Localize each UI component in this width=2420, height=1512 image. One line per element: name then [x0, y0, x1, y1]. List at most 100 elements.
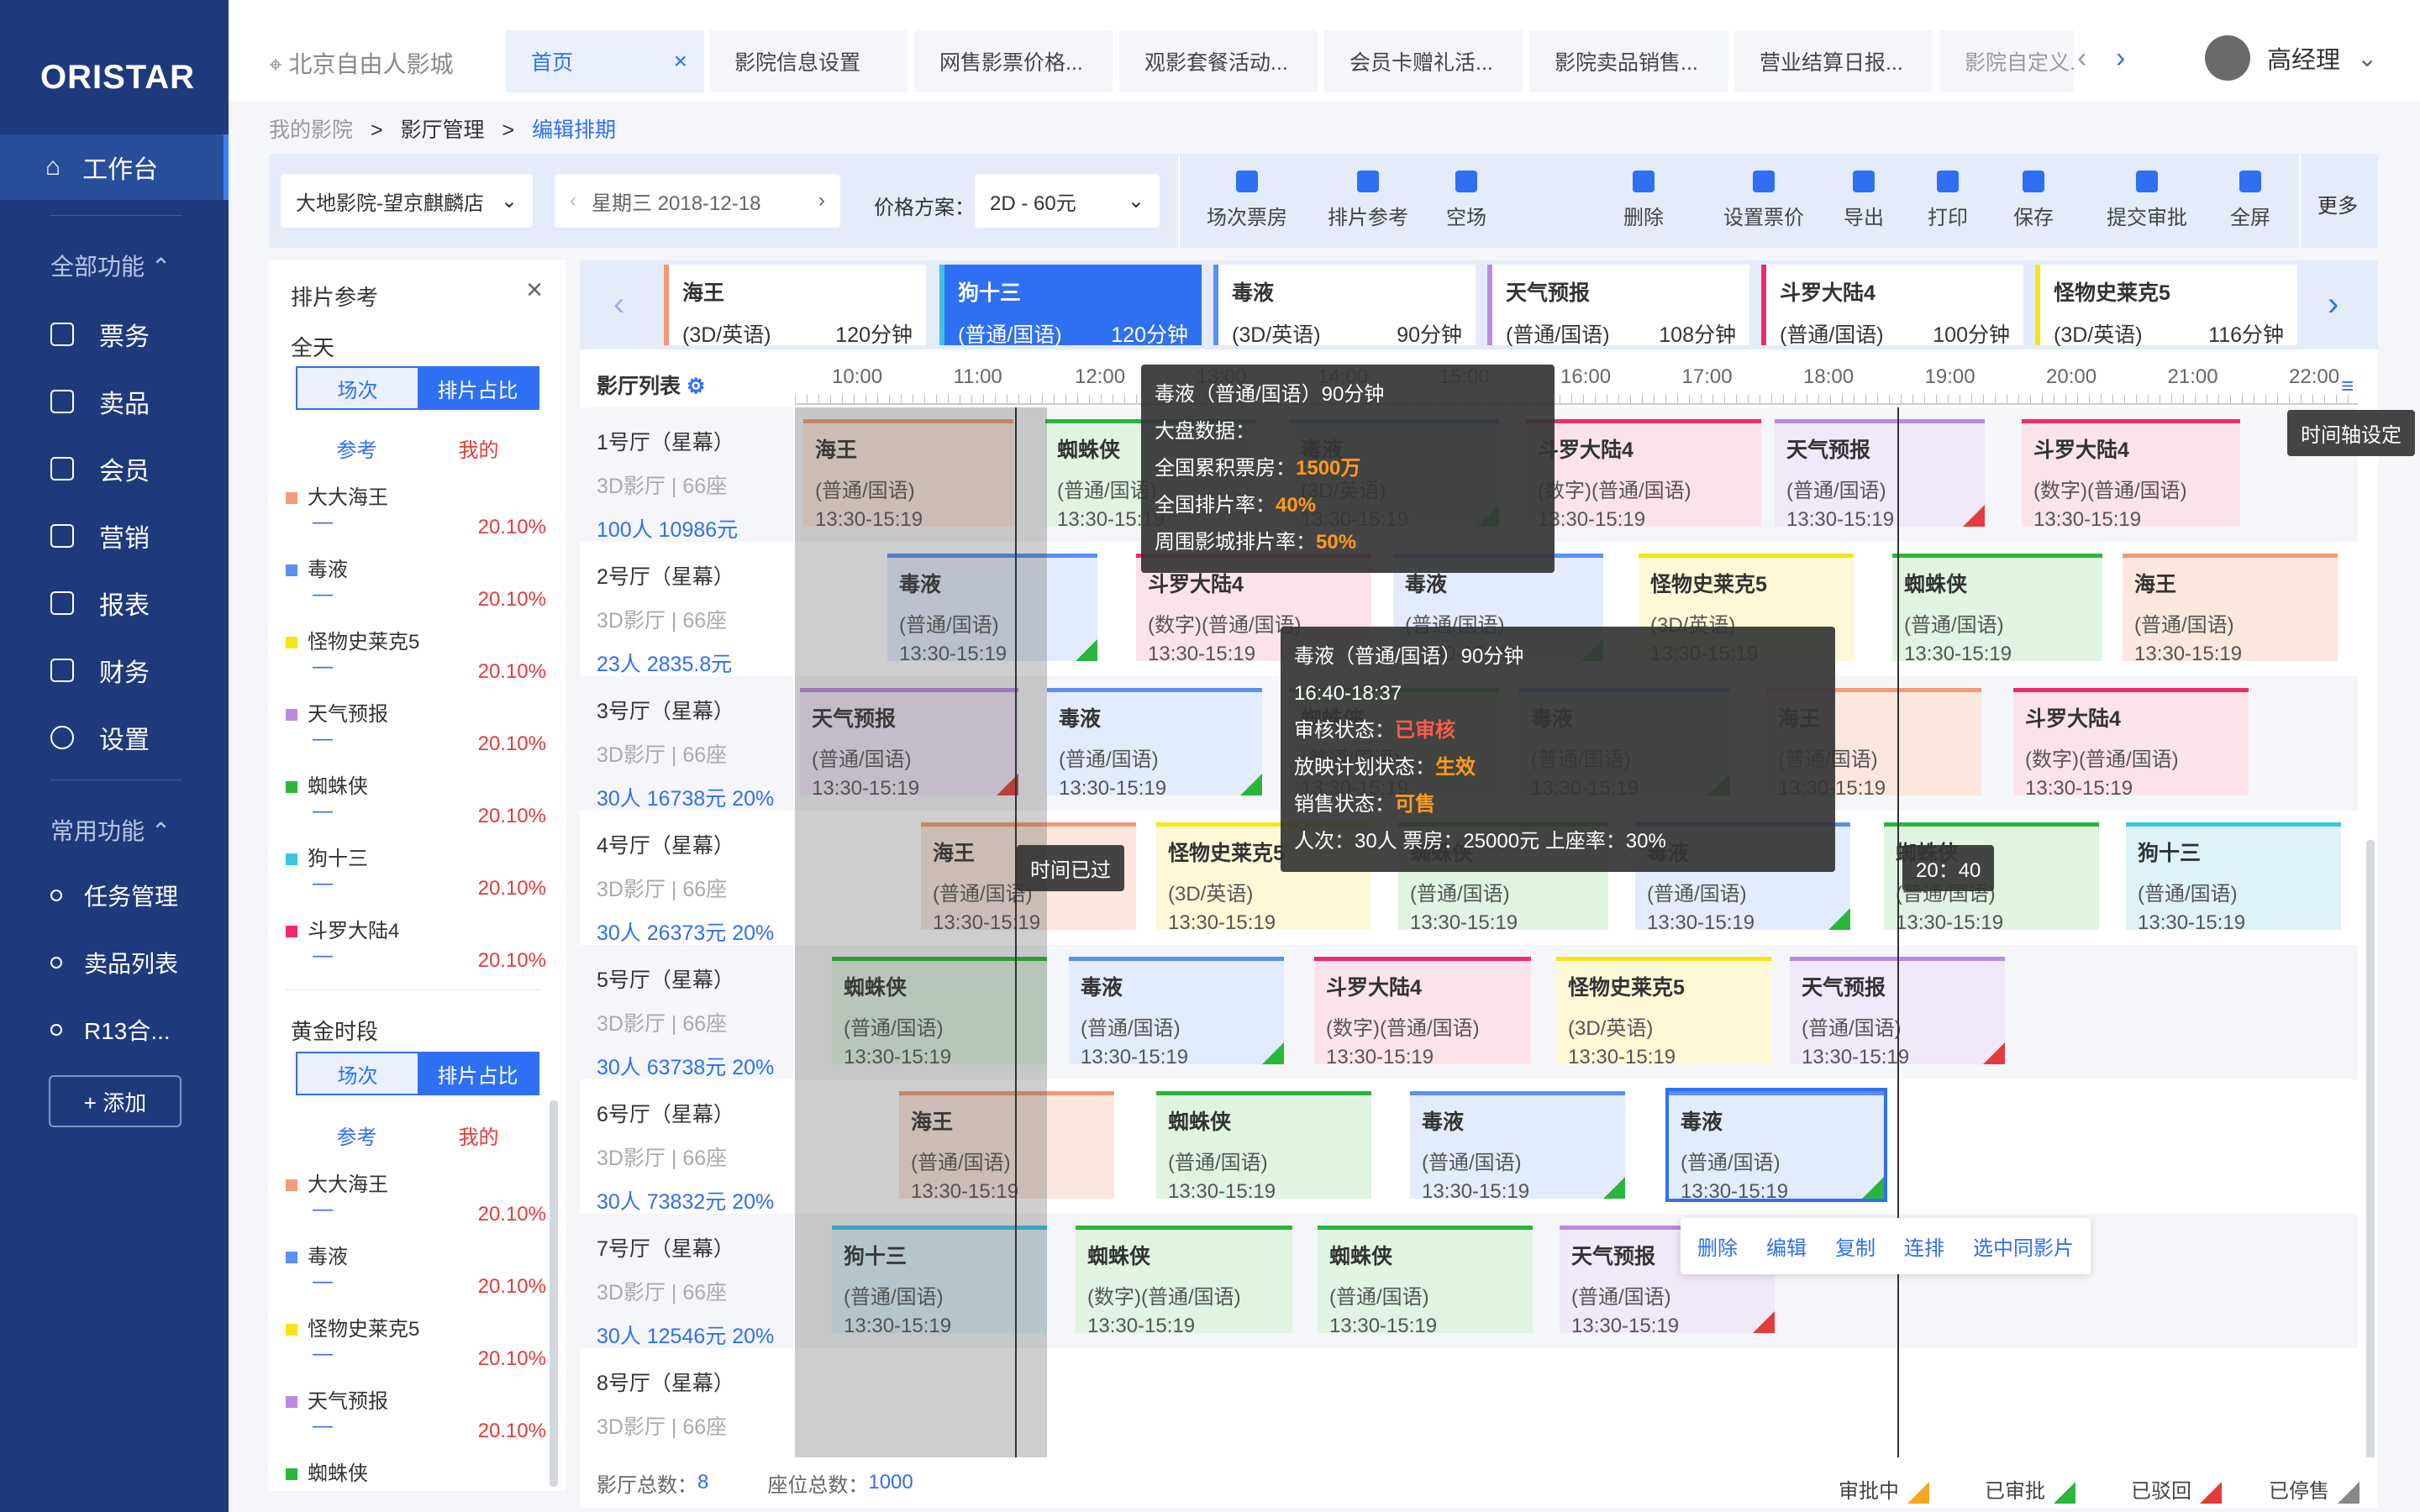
scrollbar[interactable] [550, 1100, 558, 1487]
hall-row[interactable]: 5号厅（星幕） 3D影厅 | 66座 30人 63738元 20% [580, 945, 793, 1079]
more-button[interactable]: 更多 [2317, 189, 2358, 218]
movie-card[interactable]: 天气预报 (普通/国语) 108分钟 [1487, 265, 1749, 347]
session-block[interactable]: 毒液 (普通/国语) 13:30-15:19 [1410, 1091, 1625, 1199]
sidebar-item-ticketing[interactable]: 票务 [50, 316, 150, 353]
add-shortcut-button[interactable]: + 添加 [49, 1075, 182, 1127]
save-button[interactable]: 保存 [2008, 171, 2059, 230]
hall-row[interactable]: 4号厅（星幕） 3D影厅 | 66座 30人 26373元 20% [580, 811, 793, 945]
breadcrumb-item[interactable]: 影厅管理 [401, 118, 485, 142]
price-select[interactable]: 2D - 60元 ⌄ [975, 174, 1160, 228]
tab-custom[interactable]: 影院自定义... [1939, 30, 2074, 92]
gear-icon[interactable]: ⚙ [687, 375, 705, 398]
chevron-right-icon[interactable]: › [2116, 42, 2125, 75]
chevron-right-icon[interactable]: › [2328, 286, 2338, 323]
submit-approval-button[interactable]: 提交审批 [2101, 171, 2193, 230]
user-menu[interactable]: 高经理 ⌄ [2205, 35, 2377, 81]
tab-member-gift[interactable]: 会员卡赠礼活... [1324, 30, 1523, 92]
chevron-right-icon[interactable]: › [818, 189, 825, 213]
schedule-reference-button[interactable]: 排片参考 [1326, 171, 1410, 230]
session-block[interactable]: 毒液 (普通/国语) 13:30-15:19 [1069, 957, 1284, 1064]
sidebar-item-marketing[interactable]: 营销 [50, 517, 150, 554]
tab-concession-sales[interactable]: 影院卖品销售... [1529, 30, 1728, 92]
session-format: (普通/国语) [1081, 1017, 1181, 1040]
delete-button[interactable]: 删除 [1618, 171, 1669, 230]
close-icon[interactable]: × [674, 48, 687, 75]
date-picker[interactable]: ‹ 星期三 2018-12-18 › [555, 174, 840, 228]
breadcrumb-item[interactable]: 我的影院 [269, 118, 353, 142]
movie-card[interactable]: 海王 (3D/英语) 120分钟 [664, 265, 926, 347]
sidebar-item-finance[interactable]: 财务 [50, 652, 150, 689]
session-block[interactable]: 毒液 (普通/国语) 13:30-15:19 [1047, 688, 1262, 795]
hall-row[interactable]: 2号厅（星幕）3D影厅 | 66座23人 2835.8元 19% [580, 542, 793, 701]
seg-sessions[interactable]: 场次 [297, 1053, 418, 1094]
set-price-button[interactable]: 设置票价 [1718, 171, 1810, 230]
close-icon[interactable]: × [526, 274, 543, 307]
tab-online-price[interactable]: 网售影票价格... [914, 30, 1113, 92]
tooltip-value: 已审核 [1395, 719, 1455, 742]
ctx-chain[interactable]: 连排 [1904, 1231, 1944, 1261]
group-all-functions[interactable]: 全部功能 ⌃ [50, 249, 171, 282]
session-context-menu: 删除 编辑 复制 连排 选中同影片 [1681, 1218, 2091, 1274]
export-button[interactable]: 导出 [1839, 171, 1889, 230]
session-block[interactable]: 蜘蛛侠 (普通/国语) 13:30-15:19 [1156, 1091, 1371, 1199]
sidebar-item-settings[interactable]: 设置 [50, 719, 150, 756]
session-block[interactable]: 斗罗大陆4 (数字)(普通/国语) 13:30-15:19 [2013, 688, 2249, 795]
session-block[interactable]: 狗十三 (普通/国语) 13:30-15:19 [2126, 822, 2341, 930]
session-block[interactable]: 斗罗大陆4 (数字)(普通/国语) 13:30-15:19 [2022, 419, 2240, 527]
tab-package[interactable]: 观影套餐活动... [1119, 30, 1318, 92]
seg-ratio[interactable]: 排片占比 [418, 368, 538, 408]
seg-sessions[interactable]: 场次 [297, 368, 418, 408]
hall-row[interactable]: 3号厅（星幕） 3D影厅 | 66座 30人 16738元 20% [580, 676, 793, 811]
hall-row[interactable]: 7号厅（星幕） 3D影厅 | 66座 30人 12546元 20% [580, 1214, 793, 1348]
session-block[interactable]: 斗罗大陆4 (数字)(普通/国语) 13:30-15:19 [1526, 419, 1761, 527]
sidebar-item-workbench[interactable]: ⌂ 工作台 [0, 134, 229, 200]
tab-daily-report[interactable]: 营业结算日报... [1734, 30, 1933, 92]
sidebar-sub-concession-list[interactable]: 卖品列表 [50, 946, 178, 979]
sidebar-item-reports[interactable]: 报表 [50, 585, 150, 622]
movie-card[interactable]: 斗罗大陆4 (普通/国语) 100分钟 [1761, 265, 2023, 347]
button-label: 场次票房 [1207, 207, 1287, 229]
session-block[interactable]: 蜘蛛侠 (数字)(普通/国语) 13:30-15:19 [1076, 1226, 1292, 1333]
session-boxoffice-button[interactable]: 场次票房 [1205, 171, 1289, 230]
ctx-select-same-movie[interactable]: 选中同影片 [1973, 1231, 2074, 1261]
hall-row[interactable]: 6号厅（星幕） 3D影厅 | 66座 30人 73832元 20% [580, 1079, 793, 1214]
sidebar-sub-r13[interactable]: R13合... [50, 1013, 171, 1047]
ctx-copy[interactable]: 复制 [1835, 1231, 1876, 1261]
cup-icon [50, 390, 74, 413]
seg-ratio[interactable]: 排片占比 [418, 1053, 538, 1094]
movie-format: (3D/英语) [1232, 323, 1321, 347]
fullscreen-button[interactable]: 全屏 [2225, 171, 2275, 230]
hall-row[interactable]: 1号厅（星幕）3D影厅 | 66座100人 10986元 20% [580, 407, 793, 567]
scrollbar[interactable] [2366, 840, 2375, 1462]
group-common-functions[interactable]: 常用功能 ⌃ [50, 813, 171, 847]
tab-cinema-info[interactable]: 影院信息设置 [709, 30, 908, 92]
session-block[interactable]: 蜘蛛侠 (普通/国语) 13:30-15:19 [1892, 554, 2102, 661]
chevron-down-icon: ⌄ [2357, 45, 2378, 72]
empty-session-button[interactable]: 空场 [1437, 171, 1496, 230]
tab-home[interactable]: 首页 × [506, 30, 704, 92]
chevron-left-icon[interactable]: ‹ [2077, 42, 2086, 75]
movie-card[interactable]: 狗十三 (普通/国语) 120分钟 [939, 265, 1202, 347]
session-block[interactable]: 斗罗大陆4 (数字)(普通/国语) 13:30-15:19 [1314, 957, 1531, 1064]
session-block[interactable]: 毒液 (普通/国语) 13:30-15:19 [1665, 1088, 1887, 1202]
session-block[interactable]: 天气预报 (普通/国语) 13:30-15:19 [1775, 419, 1985, 527]
ctx-edit[interactable]: 编辑 [1766, 1231, 1807, 1261]
cinema-select[interactable]: 大地影院-望京麒麟店 ⌄ [281, 174, 533, 228]
sidebar-item-members[interactable]: 会员 [50, 450, 150, 487]
hall-info: 3D影厅 | 66座 [597, 1415, 728, 1439]
sidebar-item-concessions[interactable]: 卖品 [50, 383, 150, 420]
chevron-left-icon[interactable]: ‹ [613, 286, 624, 323]
session-time: 13:30-15:19 [1168, 911, 1276, 930]
movie-card[interactable]: 怪物史莱克5 (3D/英语) 116分钟 [2035, 265, 2297, 347]
movie-sub: (3D/英语) 120分钟 [682, 318, 913, 349]
ctx-delete[interactable]: 删除 [1697, 1231, 1738, 1261]
location-selector[interactable]: ⌖ 北京自由人影城 [269, 46, 454, 80]
print-button[interactable]: 打印 [1923, 171, 1973, 230]
timeline-settings-icon[interactable]: ≡ [2341, 373, 2354, 399]
session-block[interactable]: 海王 (普通/国语) 13:30-15:19 [2123, 554, 2338, 661]
movie-card[interactable]: 毒液 (3D/英语) 90分钟 [1213, 265, 1476, 347]
chevron-left-icon[interactable]: ‹ [570, 189, 576, 213]
session-block[interactable]: 蜘蛛侠 (普通/国语) 13:30-15:19 [1318, 1226, 1533, 1333]
sidebar-sub-task-management[interactable]: 任务管理 [50, 879, 178, 912]
session-block[interactable]: 怪物史莱克5 (3D/英语) 13:30-15:19 [1556, 957, 1771, 1064]
